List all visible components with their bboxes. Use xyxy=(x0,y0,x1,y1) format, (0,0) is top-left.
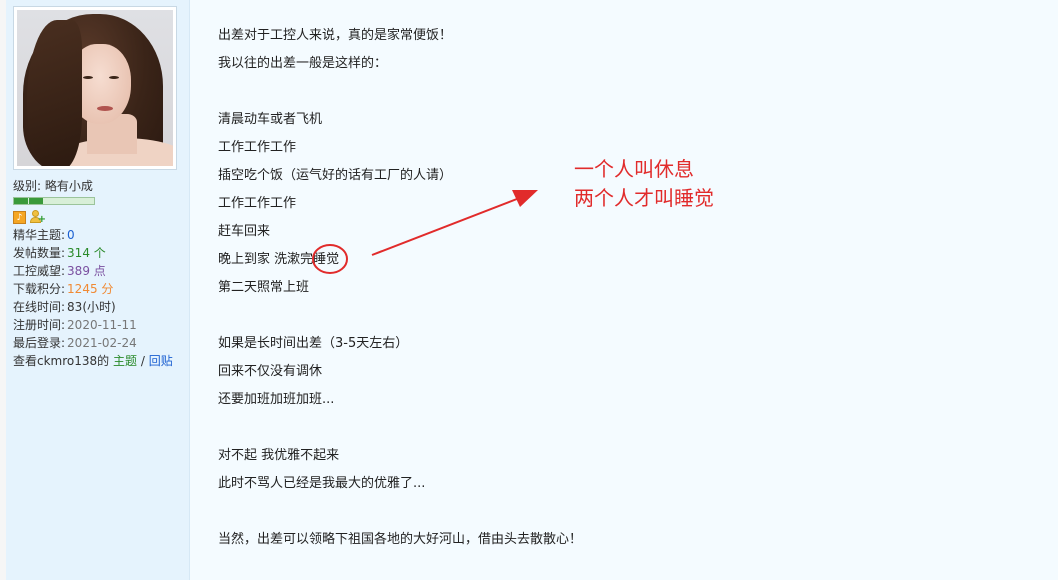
post-line: 第二天照常上班 xyxy=(218,280,310,295)
post-line: 还要加班加班加班... xyxy=(218,392,335,407)
post-line: 此时不骂人已经是我最大的优雅了... xyxy=(218,476,426,491)
annotation-line-2: 两个人才叫睡觉 xyxy=(574,186,714,210)
stat-row: 注册时间: 2020-11-11 xyxy=(13,316,183,334)
avatar[interactable] xyxy=(13,6,177,170)
stat-row: 下载积分: 1245 分 xyxy=(13,280,183,298)
stat-label: 最后登录: xyxy=(13,336,66,350)
user-action-icons: ♪ + xyxy=(13,208,183,226)
stat-value: 83(小时) xyxy=(67,300,116,314)
user-stats: 精华主题: 0 发帖数量: 314 个工控威望: 389 点下载积分: 1245 分在线时… xyxy=(13,226,183,352)
annotation-text: 一个人叫休息 两个人才叫睡觉 xyxy=(574,155,714,213)
stat-label: 发帖数量: xyxy=(13,246,66,260)
user-info: 级别: 略有小成 ♪ + 精华主题: 0 发帖数量: 314 个工控威望: 389 点下… xyxy=(13,177,183,370)
post-line: 清晨动车或者飞机 xyxy=(218,112,323,127)
view-posts-row: 查看ckmro138的 主题 / 回贴 xyxy=(13,352,183,370)
stat-value: 2020-11-11 xyxy=(67,318,137,332)
author-sidebar: 级别: 略有小成 ♪ + 精华主题: 0 发帖数量: 314 个工控威望: 389 点下… xyxy=(0,0,190,580)
level-value: 略有小成 xyxy=(44,179,93,193)
post-line: 赶车回来 xyxy=(218,224,271,239)
left-strip xyxy=(0,0,6,580)
view-prefix: 查看ckmro138的 xyxy=(13,354,110,368)
stat-value: 0 xyxy=(67,228,75,242)
level-label: 级别: xyxy=(13,179,42,193)
stat-value: 314 个 xyxy=(67,246,106,260)
post-line: 我以往的出差一般是这样的： xyxy=(218,56,388,71)
post-line: 出差对于工控人来说，真的是家常便饭！ xyxy=(218,28,453,43)
replies-link[interactable]: 回贴 xyxy=(149,354,173,368)
sound-icon[interactable]: ♪ xyxy=(13,210,26,224)
stat-row: 工控威望: 389 点 xyxy=(13,262,183,280)
link-separator: / xyxy=(140,354,145,368)
avatar-image xyxy=(17,10,173,166)
stat-value: 2021-02-24 xyxy=(67,336,137,350)
post-line: 当然，出差可以领略下祖国各地的大好河山，借由头去散散心！ xyxy=(218,532,583,547)
user-level: 级别: 略有小成 xyxy=(13,177,183,195)
topics-link[interactable]: 主题 xyxy=(113,354,137,368)
stat-row: 精华主题: 0 xyxy=(13,226,183,244)
level-progress-bar xyxy=(13,197,95,205)
stat-value: 1245 分 xyxy=(67,282,114,296)
stat-row: 发帖数量: 314 个 xyxy=(13,244,183,262)
stat-label: 注册时间: xyxy=(13,318,66,332)
stat-label: 精华主题: xyxy=(13,228,66,242)
stat-label: 下载积分: xyxy=(13,282,66,296)
post-content: 出差对于工控人来说，真的是家常便饭！ 我以往的出差一般是这样的： 清晨动车或者飞机工… xyxy=(218,22,718,554)
post-line: 晚上到家 洗漱完睡觉 xyxy=(218,252,340,267)
stat-value: 389 点 xyxy=(67,264,106,278)
annotation-line-1: 一个人叫休息 xyxy=(574,157,694,181)
stat-row: 在线时间: 83(小时) xyxy=(13,298,183,316)
add-friend-icon[interactable]: + xyxy=(30,210,46,225)
stat-label: 工控威望: xyxy=(13,264,66,278)
post-line: 对不起 我优雅不起来 xyxy=(218,448,340,463)
stat-row: 最后登录: 2021-02-24 xyxy=(13,334,183,352)
stat-label: 在线时间: xyxy=(13,300,66,314)
post-line: 回来不仅没有调休 xyxy=(218,364,323,379)
post-line: 如果是长时间出差（3-5天左右） xyxy=(218,336,409,351)
